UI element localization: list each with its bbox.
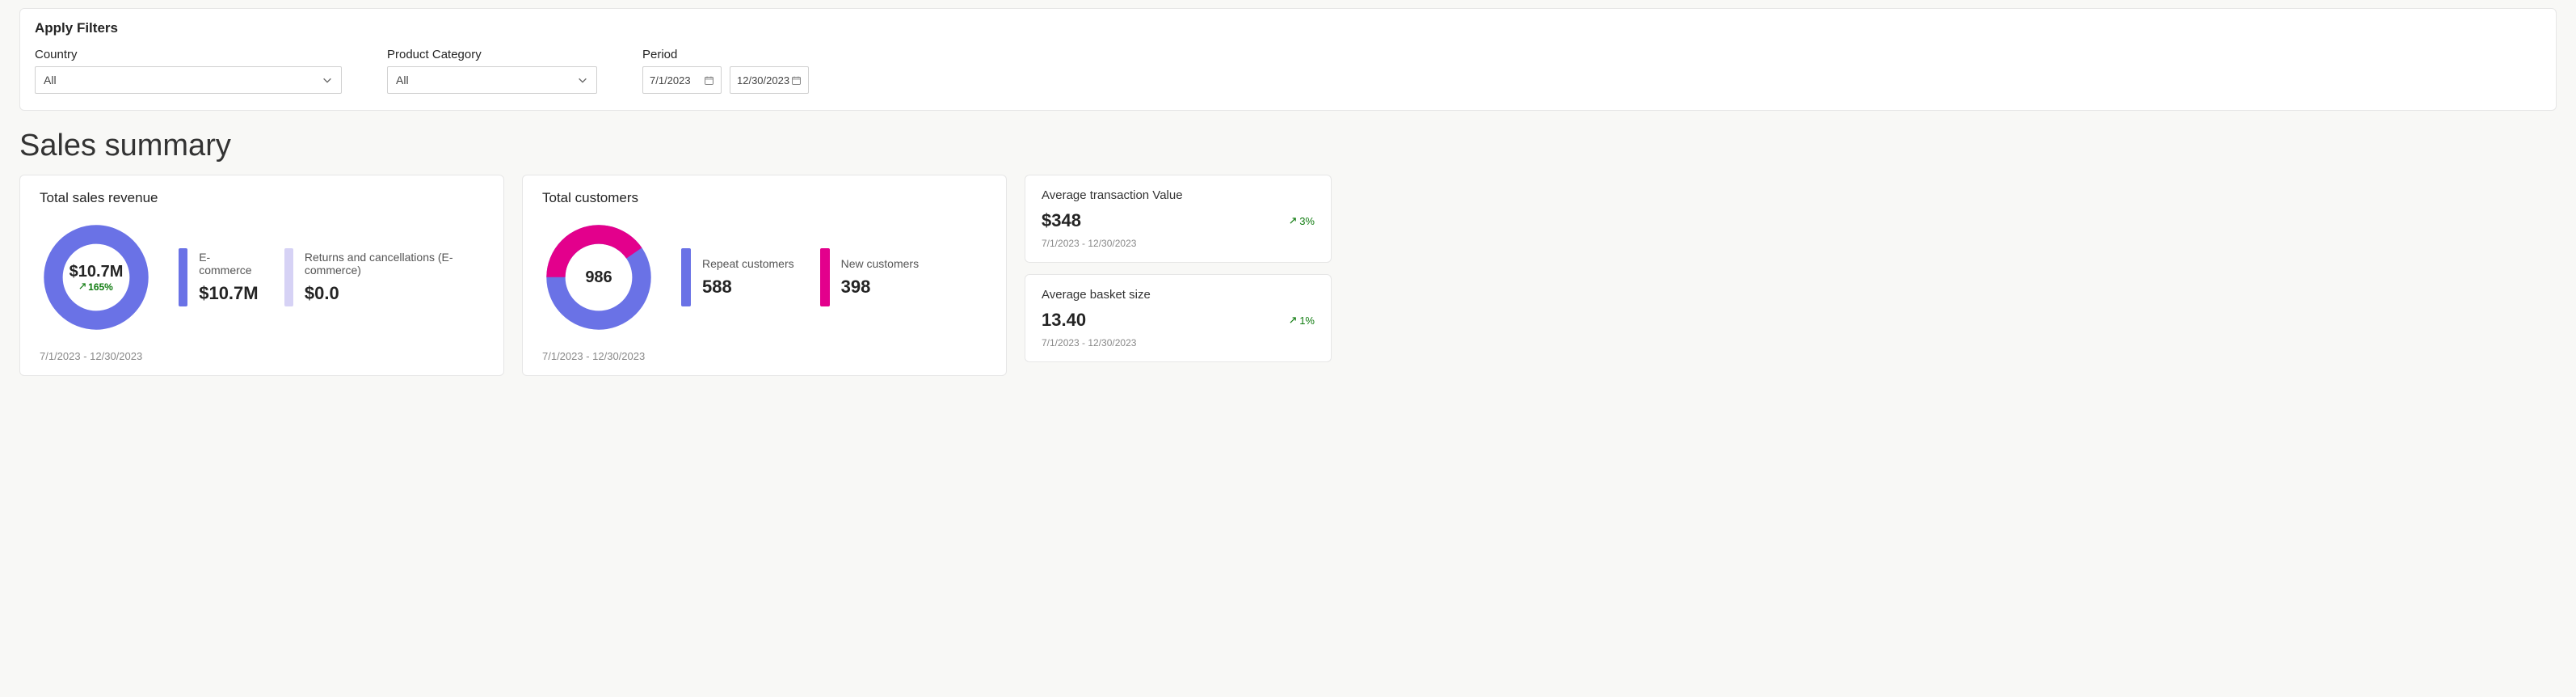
revenue-metric-label-0: E-commerce (199, 251, 259, 277)
filter-country-label: Country (35, 48, 342, 61)
filters-title: Apply Filters (35, 20, 2541, 36)
chevron-down-icon (322, 74, 333, 86)
customers-card: Total customers 986 Repeat customers 588 (522, 175, 1007, 376)
revenue-metric-ecommerce: E-commerce $10.7M (167, 248, 259, 306)
revenue-bar-returns (284, 248, 293, 306)
filter-category-label: Product Category (387, 48, 597, 61)
filter-period-label: Period (642, 48, 809, 61)
country-select-value: All (44, 74, 57, 87)
customers-metric-label-1: New customers (841, 257, 919, 270)
revenue-metric-value-0: $10.7M (199, 283, 259, 304)
revenue-metric-label-1: Returns and cancellations (E-commerce) (305, 251, 484, 277)
revenue-metric-returns: Returns and cancellations (E-commerce) $… (273, 248, 484, 306)
avg-transaction-delta: 3% (1290, 215, 1315, 227)
avg-transaction-card: Average transaction Value $348 3% 7/1/20… (1025, 175, 1332, 263)
calendar-icon (704, 75, 714, 86)
customers-donut-center: 986 (542, 221, 655, 334)
avg-basket-row: 13.40 1% (1042, 310, 1315, 331)
customers-bar-repeat (681, 248, 691, 306)
customers-donut: 986 (542, 221, 655, 334)
revenue-delta-value: 165% (88, 281, 113, 293)
customers-metric-value-1: 398 (841, 277, 919, 298)
avg-basket-delta-value: 1% (1299, 315, 1315, 327)
avg-transaction-delta-value: 3% (1299, 215, 1315, 227)
period-start-input[interactable]: 7/1/2023 (642, 66, 722, 94)
avg-transaction-row: $348 3% (1042, 210, 1315, 231)
period-start-value: 7/1/2023 (650, 74, 691, 87)
customers-card-title: Total customers (542, 190, 987, 206)
customers-metric-label-0: Repeat customers (702, 257, 794, 270)
customers-metric-repeat: Repeat customers 588 (670, 248, 794, 306)
customers-content-row: 986 Repeat customers 588 New customers 3… (542, 221, 987, 334)
avg-basket-title: Average basket size (1042, 288, 1315, 302)
avg-transaction-value: $348 (1042, 210, 1081, 231)
revenue-metric-value-1: $0.0 (305, 283, 484, 304)
summary-row: Total sales revenue $10.7M 165% E-commer… (19, 175, 2557, 376)
avg-transaction-title: Average transaction Value (1042, 188, 1315, 202)
avg-basket-date: 7/1/2023 - 12/30/2023 (1042, 337, 1315, 348)
filter-country: Country All (35, 48, 342, 94)
customers-date-range: 7/1/2023 - 12/30/2023 (542, 350, 987, 362)
revenue-total: $10.7M (69, 263, 124, 281)
revenue-delta: 165% (79, 281, 113, 293)
trend-up-icon (1290, 218, 1297, 225)
country-select[interactable]: All (35, 66, 342, 94)
customers-metric-value-0: 588 (702, 277, 794, 298)
page-title: Sales summary (19, 129, 2557, 163)
filter-category: Product Category All (387, 48, 597, 94)
avg-basket-value: 13.40 (1042, 310, 1086, 331)
revenue-date-range: 7/1/2023 - 12/30/2023 (40, 350, 484, 362)
filters-row: Country All Product Category All Period … (35, 48, 2541, 94)
filters-card: Apply Filters Country All Product Catego… (19, 8, 2557, 111)
category-select[interactable]: All (387, 66, 597, 94)
trend-up-icon (1290, 317, 1297, 324)
customers-metric-text-0: Repeat customers 588 (702, 257, 794, 298)
revenue-card-title: Total sales revenue (40, 190, 484, 206)
period-end-input[interactable]: 12/30/2023 (730, 66, 809, 94)
revenue-donut: $10.7M 165% (40, 221, 153, 334)
trend-up-icon (79, 283, 86, 290)
customers-bar-new (820, 248, 830, 306)
filter-period: Period 7/1/2023 12/30/2023 (642, 48, 809, 94)
customers-metric-text-1: New customers 398 (841, 257, 919, 298)
customers-metric-new: New customers 398 (809, 248, 919, 306)
revenue-bar-ecommerce (179, 248, 187, 306)
revenue-card: Total sales revenue $10.7M 165% E-commer… (19, 175, 504, 376)
avg-basket-card: Average basket size 13.40 1% 7/1/2023 - … (1025, 274, 1332, 362)
calendar-icon (791, 75, 802, 86)
chevron-down-icon (577, 74, 588, 86)
revenue-donut-center: $10.7M 165% (40, 221, 153, 334)
small-card-stack: Average transaction Value $348 3% 7/1/20… (1025, 175, 1332, 376)
category-select-value: All (396, 74, 409, 87)
revenue-metric-text-1: Returns and cancellations (E-commerce) $… (305, 251, 484, 304)
customers-total: 986 (585, 268, 612, 287)
avg-basket-delta: 1% (1290, 315, 1315, 327)
period-inputs: 7/1/2023 12/30/2023 (642, 66, 809, 94)
revenue-metric-text-0: E-commerce $10.7M (199, 251, 259, 304)
period-end-value: 12/30/2023 (737, 74, 789, 87)
revenue-content-row: $10.7M 165% E-commerce $10.7M Returns an… (40, 221, 484, 334)
avg-transaction-date: 7/1/2023 - 12/30/2023 (1042, 238, 1315, 249)
